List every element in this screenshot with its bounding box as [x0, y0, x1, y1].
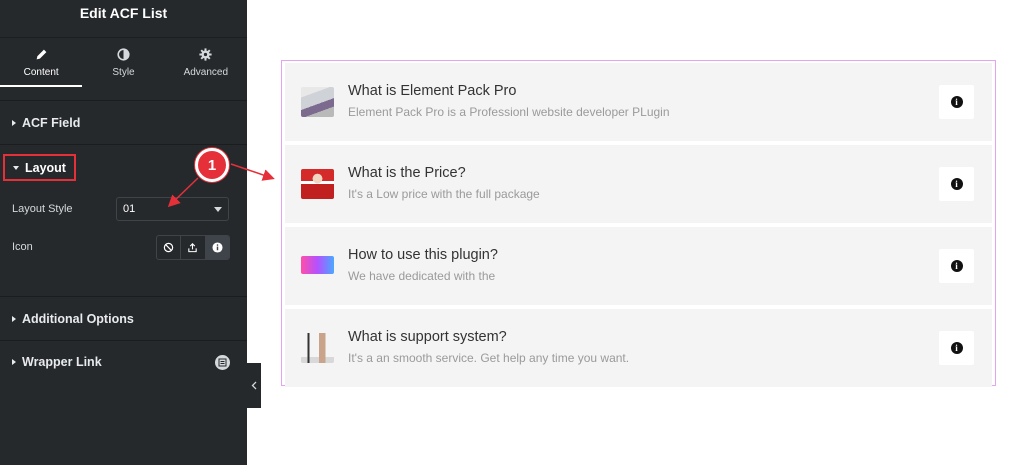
layout-style-select[interactable]: 01 [116, 197, 229, 221]
caret-right-icon [12, 120, 16, 126]
item-description: It's a Low price with the full package [348, 187, 540, 201]
list-icon [215, 355, 230, 370]
upload-icon [188, 243, 198, 253]
icon-info-button[interactable] [205, 236, 229, 259]
list-item[interactable]: What is Element Pack Pro Element Pack Pr… [285, 63, 992, 141]
layout-style-value: 01 [123, 203, 136, 215]
section-wrapper-link[interactable]: Wrapper Link [12, 355, 102, 369]
icon-label: Icon [12, 241, 33, 253]
item-title: What is support system? [348, 329, 507, 345]
info-icon: i [950, 96, 963, 108]
tab-content[interactable]: Content [0, 38, 83, 87]
gear-icon [199, 47, 212, 61]
section-acf-field[interactable]: ACF Field [12, 116, 80, 130]
none-icon [163, 242, 174, 253]
chevron-left-icon [251, 381, 257, 390]
caret-right-icon [12, 359, 16, 365]
section-layout[interactable]: Layout [3, 154, 76, 181]
item-description: It's a an smooth service. Get help any t… [348, 351, 630, 365]
tab-advanced-label: Advanced [183, 66, 229, 78]
panel-tabs: Content Style Advanced [0, 37, 247, 87]
item-title: How to use this plugin? [348, 247, 498, 263]
caret-down-icon [13, 165, 19, 170]
caret-right-icon [12, 316, 16, 322]
section-layout-label: Layout [25, 160, 66, 175]
pencil-icon [36, 49, 47, 59]
acf-list: What is Element Pack Pro Element Pack Pr… [281, 60, 996, 387]
item-description: Element Pack Pro is a Professionl websit… [348, 105, 670, 119]
santa-image [301, 169, 334, 199]
info-button[interactable]: i [939, 249, 974, 283]
icon-none-button[interactable] [157, 236, 182, 259]
info-icon: i [950, 178, 963, 190]
list-item[interactable]: How to use this plugin? We have dedicate… [285, 227, 992, 305]
info-button[interactable]: i [939, 85, 974, 119]
gradient-image [301, 256, 334, 274]
chevron-down-icon [214, 207, 222, 212]
info-icon [212, 242, 223, 253]
info-button[interactable]: i [939, 331, 974, 365]
list-item[interactable]: What is the Price? It's a Low price with… [285, 145, 992, 223]
layout-style-label: Layout Style [12, 203, 73, 215]
tab-style-label: Style [112, 66, 135, 78]
laptop-image [301, 87, 334, 117]
divider [0, 340, 247, 341]
tab-content-label: Content [23, 66, 59, 78]
icon-choice-group [156, 235, 230, 260]
info-icon: i [950, 260, 963, 272]
panel-title: Edit ACF List [79, 5, 168, 21]
divider [0, 100, 247, 101]
divider [0, 296, 247, 297]
item-title: What is the Price? [348, 165, 466, 181]
tab-advanced[interactable]: Advanced [165, 38, 247, 87]
section-wrapper-link-label: Wrapper Link [22, 355, 102, 369]
divider [0, 144, 247, 145]
section-acf-field-label: ACF Field [22, 116, 81, 130]
section-additional-options[interactable]: Additional Options [12, 312, 134, 326]
half-circle-icon [117, 47, 130, 61]
desk-image [301, 333, 334, 363]
editor-panel: Edit ACF List Content Style Advanced ACF… [0, 0, 247, 465]
panel-collapse-button[interactable] [247, 363, 261, 408]
tab-style[interactable]: Style [82, 38, 164, 87]
section-additional-options-label: Additional Options [22, 312, 134, 326]
list-item[interactable]: What is support system? It's a an smooth… [285, 309, 992, 387]
annotation-badge: 1 [195, 148, 229, 182]
item-description: We have dedicated with the [348, 269, 496, 283]
info-icon: i [950, 342, 963, 354]
item-title: What is Element Pack Pro [348, 83, 517, 99]
info-button[interactable]: i [939, 167, 974, 201]
icon-upload-button[interactable] [181, 236, 206, 259]
